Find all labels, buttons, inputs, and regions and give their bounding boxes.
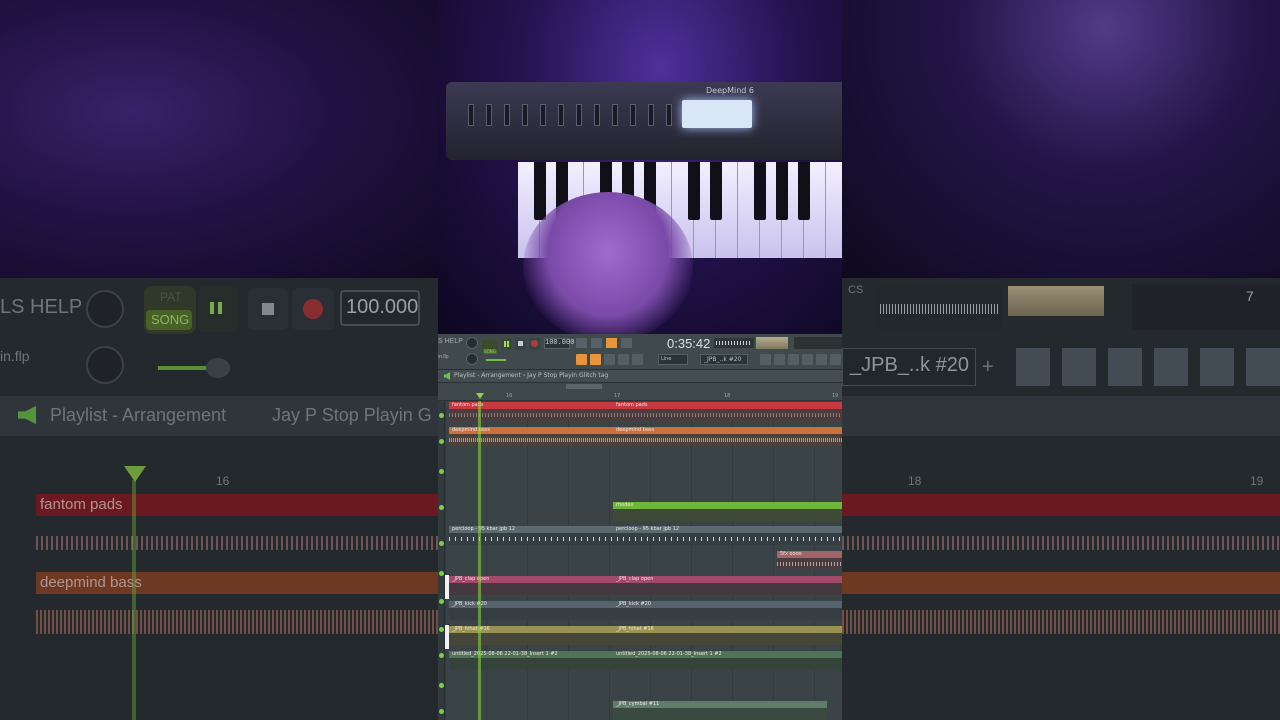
video-frame: LS HELP PAT SONG 100.000 in.flp Playlist… — [0, 0, 1280, 720]
clip-hihat[interactable]: _JPB_hihat #16 — [613, 626, 842, 633]
clip-clap-open[interactable]: _JPB_clap open — [449, 576, 613, 583]
playlist-title: Playlist - Arrangement — [454, 372, 521, 379]
clip-percloop[interactable]: percloop - 95 kbar jpb 12 — [613, 526, 842, 533]
clip-percloop[interactable]: percloop - 95 kbar jpb 12 — [449, 526, 613, 533]
center-frame: DeepMind 6 S HELP SONG 100.000 0:35:42 i… — [438, 0, 842, 720]
clip-hihat[interactable]: _JPB_hihat #16 — [449, 626, 613, 633]
menu-help[interactable]: S HELP — [438, 338, 463, 345]
play-button[interactable] — [501, 338, 512, 350]
stop-button[interactable] — [515, 338, 526, 350]
background-left: LS HELP PAT SONG 100.000 in.flp Playlist… — [0, 0, 438, 720]
toolbar: S HELP SONG 100.000 0:35:42 in.flp Line … — [438, 334, 842, 370]
playlist-icon[interactable] — [788, 354, 799, 365]
synth-display — [682, 100, 752, 128]
ruler-bar: 19 — [832, 393, 839, 399]
clip-deepmind-bass[interactable]: deepmind bass — [613, 427, 842, 434]
playlist-title-bar: Playlist - Arrangement › Jay P Stop Play… — [438, 370, 842, 383]
song-time: 0:35:42 — [667, 336, 711, 351]
breadcrumb: Jay P Stop Playin Glitch tag — [527, 372, 609, 379]
metronome-toggle[interactable] — [606, 338, 617, 348]
playhead[interactable] — [478, 401, 481, 720]
background-right: CS 7 _JPB_..k #20 + 18 19 — [842, 0, 1280, 720]
song-label: SONG — [483, 349, 497, 354]
clip-untitled-insert[interactable]: untitled_2025-08-06 22-01-38_Insert 1 #2 — [613, 651, 842, 658]
ruler-bar: 18 — [724, 393, 731, 399]
clip-5fx[interactable]: 5fx oooo — [777, 551, 842, 558]
tempo-display[interactable]: 100.000 — [544, 338, 574, 349]
synth-brand: DeepMind 6 — [706, 86, 754, 95]
stamp-icon[interactable] — [632, 354, 643, 365]
record-button[interactable] — [529, 338, 540, 350]
snap-tools[interactable] — [576, 338, 634, 348]
oscilloscope — [714, 338, 754, 348]
pattern-mode-icon[interactable] — [576, 354, 587, 365]
arrow-icon[interactable] — [590, 354, 601, 365]
clip-kick[interactable]: _JPB_kick #20 — [449, 601, 613, 608]
hint-bar — [794, 337, 842, 349]
plugin-icon[interactable] — [830, 354, 841, 365]
project-file: in.flp — [438, 354, 449, 360]
clip-deepmind-bass[interactable]: deepmind bass — [449, 427, 613, 434]
master-slider[interactable] — [486, 359, 506, 361]
clip-rhodes[interactable]: rhodes — [613, 502, 842, 509]
speaker-icon — [444, 372, 450, 380]
clip-cymbal[interactable]: _JPB_cymbal #11 — [613, 701, 827, 708]
clip-untitled-insert[interactable]: untitled_2025-08-06 22-01-38_Insert 1 #2 — [449, 651, 613, 658]
pencil-icon[interactable] — [604, 354, 615, 365]
piano-roll-icon[interactable] — [774, 354, 785, 365]
master-volume-knob[interactable] — [466, 337, 478, 349]
player-hand — [523, 192, 693, 342]
clip-kick[interactable]: _JPB_kick #20 — [613, 601, 842, 608]
clip-clap-open[interactable]: _JPB_clap open — [613, 576, 842, 583]
clip-fantom-pads[interactable]: fantom pads — [613, 402, 842, 409]
cpu-meter — [756, 337, 788, 349]
snap-select[interactable]: Line — [658, 354, 688, 365]
song-mode-toggle[interactable]: SONG — [482, 340, 498, 354]
playlist-tracks[interactable]: fantom pads fantom pads deepmind bass de… — [438, 401, 842, 720]
master-pitch-knob[interactable] — [466, 353, 478, 365]
mixer-icon[interactable] — [802, 354, 813, 365]
ruler-bar: 17 — [614, 393, 621, 399]
browser-icon[interactable] — [816, 354, 827, 365]
timeline-ruler[interactable]: 16 17 18 19 — [438, 383, 842, 401]
channel-rack-icon[interactable] — [760, 354, 771, 365]
horizontal-scrollbar[interactable] — [566, 384, 602, 389]
clip-fantom-pads[interactable]: fantom pads — [449, 402, 613, 409]
brush-icon[interactable] — [618, 354, 629, 365]
track-gutter — [438, 401, 445, 720]
play-marker[interactable] — [476, 393, 484, 399]
pattern-selector[interactable]: _JPB_..k #20 — [700, 354, 748, 365]
ruler-bar: 16 — [506, 393, 513, 399]
daw-window: S HELP SONG 100.000 0:35:42 in.flp Line … — [438, 334, 842, 720]
